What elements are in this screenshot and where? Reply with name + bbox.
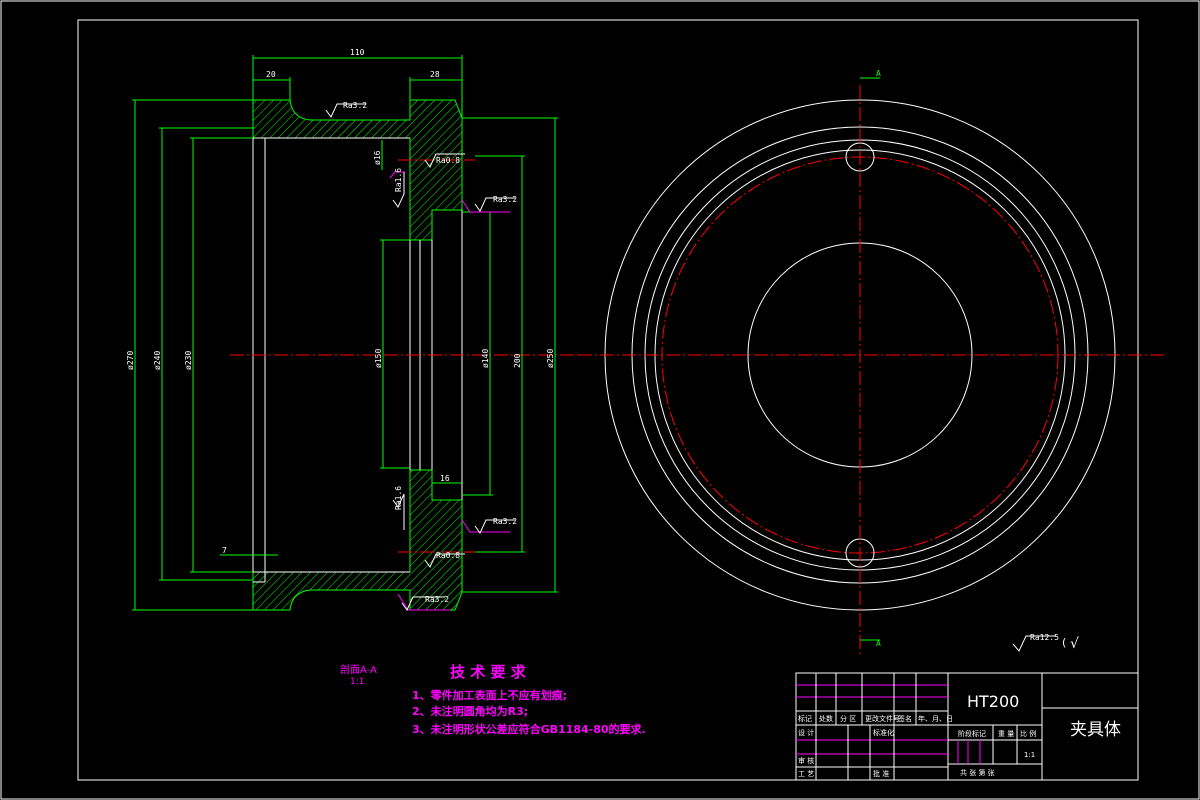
dim-phi140: ø140 — [481, 349, 490, 368]
section-view: 110 20 28 16 7 ø270 ø240 ø230 ø150 ø140 … — [126, 48, 580, 611]
front-view: A A Ra12.5 ( √ — [578, 69, 1165, 655]
section-view-label: 剖面A-A — [340, 663, 377, 676]
dim-phi150: ø150 — [374, 349, 383, 368]
svg-text:Ra0.8: Ra0.8 — [436, 156, 460, 165]
tech-requirements: 技 术 要 求 1、零件加工表面上不应有划痕; 2、未注明圆角均为R3; 3、未… — [412, 663, 646, 736]
approve-label: 批 准 — [873, 769, 889, 778]
checker-label: 审 核 — [798, 756, 814, 765]
roughness-ra32-mid-top: Ra3.2 — [461, 195, 517, 213]
svg-text:Ra3.2: Ra3.2 — [343, 101, 367, 110]
header-date: 年、月、日 — [918, 714, 953, 723]
header-zone: 分 区 — [840, 714, 856, 723]
dim-phi230: ø230 — [184, 351, 193, 370]
title-block: HT200 夹具体 标记 处数 分 区 更改文件号 签名 年、月、日 设 计 标… — [795, 672, 1139, 781]
svg-text:√: √ — [1070, 636, 1079, 652]
dim-phi16: ø16 — [373, 150, 382, 165]
roughness-global: Ra12.5 ( √ — [1012, 633, 1079, 652]
header-doc: 更改文件号 — [865, 714, 900, 723]
roughness-ra32-mid-bottom: Ra3.2 — [461, 517, 517, 534]
dim-phi250: ø250 — [546, 349, 555, 368]
inner-border — [77, 19, 1139, 781]
roughness-ra16-bottom: Ra1.6 — [392, 486, 405, 530]
roughness-ra16-top: Ra1.6 — [389, 168, 405, 208]
material: HT200 — [967, 692, 1019, 711]
header-sign: 签名 — [898, 714, 912, 723]
tech-item-3: 3、未注明形状公差应符合GB1184-80的要求. — [412, 722, 646, 736]
svg-text:Ra3.2: Ra3.2 — [425, 595, 449, 604]
svg-text:Ra12.5: Ra12.5 — [1030, 633, 1059, 642]
outer-border — [0, 0, 1200, 800]
tech-title: 技 术 要 求 — [450, 663, 527, 681]
standardization-label: 标准化 — [873, 728, 894, 737]
scale-label: 比 例 — [1020, 729, 1036, 738]
dim-200: 200 — [513, 353, 522, 368]
dim-16: 16 — [440, 474, 450, 483]
part-name: 夹具体 — [1070, 720, 1121, 740]
roughness-ra32-top: Ra3.2 — [325, 101, 367, 118]
header-count: 处数 — [819, 714, 833, 723]
section-marker-bottom: A — [876, 639, 881, 648]
designer-label: 设 计 — [798, 728, 814, 737]
cad-drawing: 110 20 28 16 7 ø270 ø240 ø230 ø150 ø140 … — [0, 0, 1200, 800]
stage-label: 阶段标记 — [958, 729, 986, 738]
dim-phi270: ø270 — [126, 351, 135, 370]
header-mark: 标记 — [798, 714, 812, 723]
svg-text:(: ( — [1062, 636, 1066, 649]
sheets-text: 共 张 第 张 — [960, 768, 995, 777]
section-view-scale: 1:1 — [350, 677, 364, 687]
scale-value: 1:1 — [1024, 751, 1035, 759]
dim-20: 20 — [266, 70, 276, 79]
dim-110: 110 — [350, 48, 365, 57]
section-marker-top: A — [876, 69, 881, 78]
dim-7: 7 — [222, 546, 227, 555]
weight-label: 重 量 — [998, 730, 1014, 738]
svg-text:Ra0.8: Ra0.8 — [436, 551, 460, 560]
dim-phi240: ø240 — [153, 351, 162, 370]
svg-text:Ra1.6: Ra1.6 — [394, 168, 403, 192]
svg-text:Ra3.2: Ra3.2 — [493, 195, 517, 204]
process-label: 工 艺 — [798, 770, 814, 778]
section-hatch-upper — [252, 99, 463, 241]
svg-text:Ra1.6: Ra1.6 — [394, 486, 403, 510]
svg-text:Ra3.2: Ra3.2 — [493, 517, 517, 526]
dim-28: 28 — [430, 70, 440, 79]
tech-item-2: 2、未注明圆角均为R3; — [412, 704, 528, 718]
tech-item-1: 1、零件加工表面上不应有划痕; — [412, 688, 567, 702]
section-hatch-lower — [252, 469, 463, 611]
